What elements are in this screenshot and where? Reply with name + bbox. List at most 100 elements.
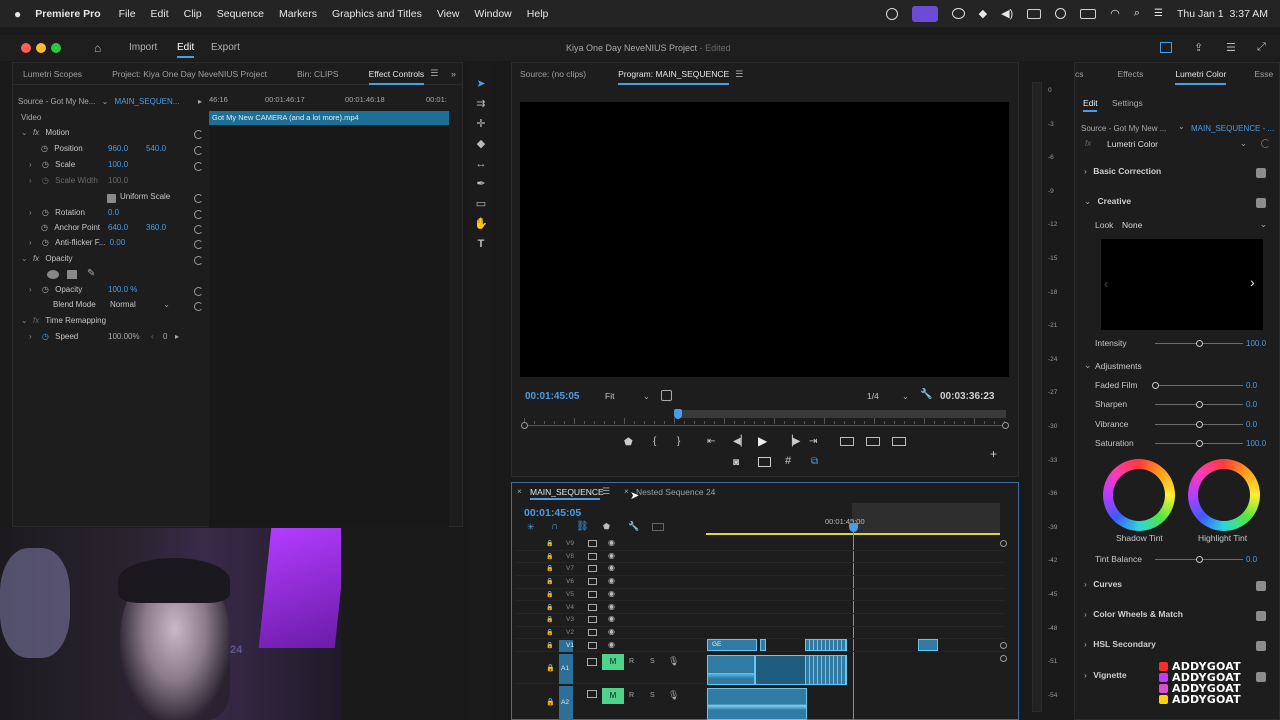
- ec-sequence-link[interactable]: MAIN_SEQUEN...: [115, 97, 180, 106]
- audio-clip[interactable]: [805, 655, 847, 685]
- eye-icon[interactable]: ◉: [608, 576, 615, 585]
- toggle-output-icon[interactable]: [587, 658, 597, 666]
- microphone-icon[interactable]: 🎙: [668, 656, 679, 667]
- lumetri-effect-select[interactable]: Lumetri Color ⌄: [1104, 138, 1250, 151]
- uniform-scale-checkbox[interactable]: [107, 194, 116, 203]
- track-header-v2[interactable]: 🔒 V2 ◉: [515, 627, 1005, 640]
- section-basic-correction[interactable]: › Basic Correction: [1081, 166, 1271, 182]
- close-icon[interactable]: ×: [517, 487, 522, 496]
- reset-icon[interactable]: [1261, 139, 1270, 148]
- play-icon[interactable]: [1055, 8, 1067, 19]
- toggle-sync-icon[interactable]: [588, 565, 597, 573]
- toggle-output-icon[interactable]: [587, 690, 597, 698]
- chevron-down-icon[interactable]: ⌄: [102, 97, 109, 106]
- grid-icon[interactable]: #: [785, 455, 791, 467]
- video-clip[interactable]: [918, 639, 938, 651]
- rectangle-mask-icon[interactable]: [67, 270, 77, 279]
- display-icon[interactable]: [1027, 8, 1042, 19]
- eye-icon[interactable]: ◉: [608, 627, 615, 636]
- eye-icon[interactable]: ◉: [608, 602, 615, 611]
- tab-partial[interactable]: cs: [1075, 69, 1084, 79]
- tab-effects[interactable]: Effects: [1118, 69, 1144, 79]
- section-enable-checkbox[interactable]: [1256, 168, 1266, 178]
- menu-edit[interactable]: Edit: [151, 8, 169, 20]
- tab-lumetri-color[interactable]: Lumetri Color: [1175, 69, 1227, 85]
- section-enable-checkbox[interactable]: [1256, 611, 1266, 621]
- expand-icon[interactable]: ⌄: [21, 128, 28, 137]
- step-forward-icon[interactable]: ▕▶: [785, 436, 800, 447]
- wrench-icon[interactable]: 🔧: [628, 521, 639, 532]
- eye-icon[interactable]: ◉: [608, 589, 615, 598]
- toggle-sync-icon[interactable]: [588, 603, 597, 611]
- stopwatch-icon[interactable]: ◷: [41, 223, 48, 232]
- export-tab[interactable]: Export: [211, 42, 240, 53]
- tab-lumetri-scopes[interactable]: Lumetri Scopes: [23, 69, 82, 79]
- home-icon[interactable]: ⌂: [94, 41, 101, 55]
- expand-icon[interactable]: ⌄: [21, 316, 28, 325]
- vpn-icon[interactable]: ◆: [979, 7, 987, 20]
- export-frame-icon[interactable]: ◙: [733, 457, 739, 468]
- program-video-frame[interactable]: [520, 102, 1009, 377]
- menu-markers[interactable]: Markers: [279, 8, 317, 20]
- tab-effect-controls[interactable]: Effect Controls: [368, 69, 424, 85]
- close-icon[interactable]: ×: [624, 487, 629, 496]
- section-enable-checkbox[interactable]: [1256, 198, 1266, 208]
- lock-icon[interactable]: 🔒: [546, 629, 553, 636]
- panel-menu-icon[interactable]: ☰: [430, 68, 438, 79]
- section-hsl-secondary[interactable]: › HSL Secondary: [1081, 639, 1271, 655]
- track-header-v8[interactable]: 🔒 V8 ◉: [515, 551, 1005, 564]
- section-enable-checkbox[interactable]: [1256, 641, 1266, 651]
- prev-keyframe-icon[interactable]: ‹: [151, 332, 154, 341]
- reset-icon[interactable]: [194, 302, 203, 311]
- track-select-tool-icon[interactable]: ⇉: [474, 98, 488, 110]
- workspaces-icon[interactable]: ☰: [1226, 41, 1236, 54]
- next-keyframe-icon[interactable]: ▸: [175, 332, 179, 341]
- look-select[interactable]: None ⌄: [1120, 219, 1270, 231]
- anchor-x-value[interactable]: 640.0: [108, 223, 128, 232]
- expand-icon[interactable]: ›: [29, 332, 32, 341]
- resolution-select[interactable]: 1/4 ⌄: [867, 391, 909, 401]
- tab-essential[interactable]: Esse: [1254, 69, 1273, 79]
- video-clip[interactable]: [805, 639, 847, 651]
- lock-icon[interactable]: 🔒: [546, 540, 553, 547]
- reset-icon[interactable]: [194, 287, 203, 296]
- section-color-wheels[interactable]: › Color Wheels & Match: [1081, 609, 1271, 625]
- video-clip[interactable]: GE: [707, 639, 757, 651]
- mark-in-icon[interactable]: {: [653, 436, 656, 447]
- track-header-v4[interactable]: 🔒 V4 ◉: [515, 602, 1005, 614]
- lock-icon[interactable]: 🔒: [546, 642, 553, 649]
- blend-mode-select[interactable]: Normal ⌄: [110, 300, 170, 309]
- slip-tool-icon[interactable]: ↔: [474, 158, 488, 170]
- faded-film-value[interactable]: 0.0: [1246, 381, 1257, 390]
- tab-program[interactable]: Program: MAIN_SEQUENCE: [618, 69, 730, 85]
- intensity-slider[interactable]: [1155, 340, 1243, 347]
- reset-icon[interactable]: [194, 130, 203, 139]
- track-header-v5[interactable]: 🔒 V5 ◉: [515, 589, 1005, 602]
- track-header-a2[interactable]: 🔒 A2 M R S 🎙: [515, 686, 705, 720]
- clock[interactable]: Thu Jan 1 3:37 AM: [1177, 8, 1268, 20]
- zoom-window-button[interactable]: [51, 43, 61, 53]
- menu-window[interactable]: Window: [474, 8, 511, 20]
- opacity-value[interactable]: 100.0 %: [108, 285, 137, 294]
- section-curves[interactable]: › Curves: [1081, 579, 1271, 595]
- vibrance-value[interactable]: 0.0: [1246, 420, 1257, 429]
- type-tool-icon[interactable]: T: [474, 238, 488, 250]
- reset-icon[interactable]: [194, 194, 203, 203]
- tint-balance-slider[interactable]: [1155, 556, 1243, 563]
- track-header-v3[interactable]: 🔒 V3 ◉: [515, 614, 1005, 627]
- pen-mask-icon[interactable]: ✎: [87, 268, 95, 279]
- captions-icon[interactable]: [652, 523, 664, 531]
- record-button[interactable]: R: [629, 658, 634, 665]
- control-center-icon[interactable]: ☰: [1154, 8, 1163, 19]
- toggle-sync-icon[interactable]: [588, 578, 597, 586]
- lock-icon[interactable]: 🔒: [546, 565, 553, 572]
- lumetri-sequence-link[interactable]: MAIN_SEQUENCE - ...: [1191, 124, 1274, 133]
- hand-tool-icon[interactable]: ✋: [474, 218, 488, 230]
- nest-icon[interactable]: ✳: [527, 522, 535, 533]
- eye-icon[interactable]: ◉: [608, 563, 615, 572]
- tint-balance-value[interactable]: 0.0: [1246, 555, 1257, 564]
- look-preview[interactable]: [1101, 239, 1263, 330]
- microphone-icon[interactable]: 🎙: [668, 690, 679, 701]
- track-header-v7[interactable]: 🔒 V7 ◉: [515, 563, 1005, 576]
- stopwatch-icon[interactable]: ◷: [42, 160, 49, 169]
